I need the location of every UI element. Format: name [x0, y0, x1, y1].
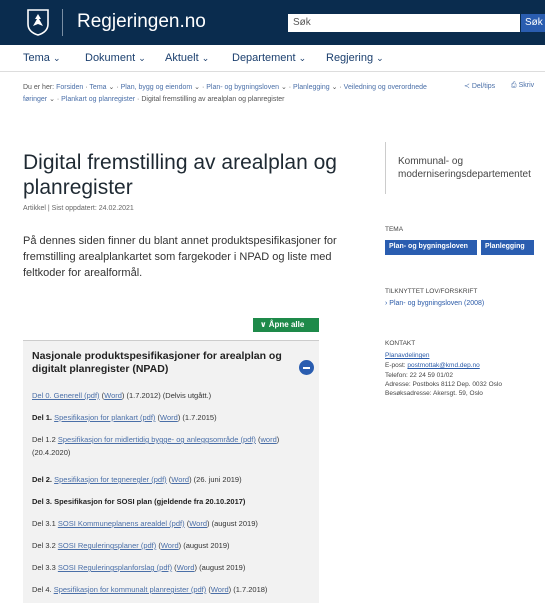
- chevron-right-icon: ›: [385, 300, 388, 307]
- contact-address: Adresse: Postboks 8112 Dep. 0032 Oslo: [385, 381, 502, 388]
- list-item: Del 1. Spesifikasjon for plankart (pdf) …: [32, 413, 217, 422]
- page-title: Digital fremstilling av arealplan og pla…: [23, 151, 337, 199]
- nav-departement-label: Departement: [232, 52, 296, 64]
- law-link-label: Plan- og bygningsloven (2008): [389, 300, 485, 307]
- breadcrumb: Du er her: Forsiden · Tema ⌄ · Plan, byg…: [23, 84, 427, 103]
- list-item: Del 3.1 SOSI Kommuneplanens arealdel (pd…: [32, 519, 258, 528]
- doc-link[interactable]: Word: [104, 391, 122, 400]
- main-navigation: Tema ⌄ Dokument ⌄ Aktuelt ⌄ Departement …: [0, 45, 545, 72]
- search-button[interactable]: Søk: [521, 14, 545, 32]
- doc-link[interactable]: Word: [161, 541, 179, 550]
- doc-link[interactable]: Word: [211, 585, 229, 594]
- doc-link[interactable]: Word: [171, 475, 189, 484]
- chevron-down-icon: ⌄: [138, 53, 146, 63]
- accordion-title[interactable]: Nasjonale produktspesifikasjoner for are…: [32, 350, 287, 376]
- list-item: Del 4. Spesifikasjon for kommunalt planr…: [32, 585, 268, 594]
- doc-link[interactable]: word: [260, 435, 276, 444]
- list-item: Del 3.3 SOSI Reguleringsplanforslag (pdf…: [32, 563, 246, 572]
- ministry-box: Kommunal- og moderniseringsdepartementet: [385, 142, 545, 194]
- nav-dokument-label: Dokument: [85, 52, 136, 64]
- intro-text: På dennes siden finner du blant annet pr…: [23, 235, 337, 279]
- nav-tema-label: Tema: [23, 52, 50, 64]
- contact-email: E-post: postmottak@kmd.dep.no: [385, 361, 545, 370]
- chevron-down-icon: ⌄: [52, 53, 61, 63]
- doc-link[interactable]: Del 0. Generell (pdf): [32, 391, 100, 400]
- nav-dokument[interactable]: Dokument ⌄: [85, 52, 146, 64]
- doc-link[interactable]: Spesifikasjon for plankart (pdf): [54, 413, 155, 422]
- share-icon: ≺: [464, 83, 470, 90]
- contact-visit-address: Besøksadresse: Akersgt. 59, Oslo: [385, 390, 483, 397]
- nav-regjering-label: Regjering: [326, 52, 374, 64]
- accordion-npad: Nasjonale produktspesifikasjoner for are…: [23, 340, 319, 603]
- breadcrumb-current: Digital fremstilling av arealplan og pla…: [141, 95, 285, 103]
- search-input[interactable]: Søk: [288, 14, 520, 32]
- contact-name: Planavdelingen: [385, 351, 545, 360]
- tag-planlegging[interactable]: Planlegging: [481, 240, 534, 255]
- contact-phone: Telefon: 22 24 59 01/02: [385, 372, 453, 379]
- print-link[interactable]: ⎙ Skriv: [511, 82, 534, 90]
- print-label: Skriv: [518, 82, 535, 89]
- article-meta: Artikkel | Sist oppdatert: 24.02.2021: [23, 205, 134, 212]
- coat-of-arms-logo[interactable]: [20, 7, 56, 37]
- breadcrumb-item[interactable]: Forsiden: [56, 84, 83, 91]
- nav-departement[interactable]: Departement ⌄: [232, 52, 306, 64]
- doc-link[interactable]: Spesifikasjon for kommunalt planregister…: [54, 585, 207, 594]
- header-divider: [62, 9, 63, 36]
- expand-all-button[interactable]: ∨ Åpne alle: [253, 318, 319, 332]
- email-link[interactable]: postmottak@kmd.dep.no: [407, 362, 479, 369]
- tag-plan-og-bygningsloven[interactable]: Plan- og bygningsloven: [385, 240, 477, 255]
- list-item: Del 1.2 Spesifikasjon for midlertidig by…: [32, 435, 280, 457]
- doc-link[interactable]: SOSI Reguleringsplanforslag (pdf): [58, 563, 172, 572]
- ministry-name[interactable]: Kommunal- og moderniseringsdepartementet: [398, 142, 545, 181]
- list-item: Del 2. Spesifikasjon for tegneregler (pd…: [32, 475, 242, 484]
- nav-regjering[interactable]: Regjering ⌄: [326, 52, 384, 64]
- email-label: E-post:: [385, 362, 406, 369]
- chevron-down-icon: ⌄: [298, 53, 307, 63]
- list-item: Del 0. Generell (pdf) (Word) (1.7.2012) …: [32, 391, 212, 400]
- doc-link[interactable]: Spesifikasjon for tegneregler (pdf): [54, 475, 167, 484]
- doc-link[interactable]: Word: [160, 413, 178, 422]
- site-header: Regjeringen.no Søk Søk: [0, 0, 545, 45]
- doc-link[interactable]: Spesifikasjon for midlertidig bygge- og …: [58, 435, 256, 444]
- breadcrumb-item[interactable]: Plan, bygg og eiendom: [121, 84, 193, 91]
- print-icon: ⎙: [511, 82, 517, 89]
- breadcrumb-item[interactable]: Planlegging: [293, 84, 330, 91]
- list-item: Del 3. Spesifikasjon for SOSI plan (gjel…: [32, 497, 246, 506]
- site-name[interactable]: Regjeringen.no: [77, 11, 206, 33]
- doc-link[interactable]: SOSI Reguleringsplaner (pdf): [58, 541, 156, 550]
- doc-link[interactable]: SOSI Kommuneplanens arealdel (pdf): [58, 519, 185, 528]
- list-item: Del 3.2 SOSI Reguleringsplaner (pdf) (Wo…: [32, 541, 230, 550]
- breadcrumb-item[interactable]: Plan- og bygningsloven: [206, 84, 279, 91]
- chevron-down-icon: ⌄: [376, 53, 384, 63]
- law-heading: TILKNYTTET LOV/FORSKRIFT: [385, 288, 478, 295]
- contact-heading: KONTAKT: [385, 340, 416, 347]
- contact-name-link[interactable]: Planavdelingen: [385, 352, 429, 359]
- law-link[interactable]: › Plan- og bygningsloven (2008): [385, 300, 484, 307]
- chevron-down-icon: ⌄: [201, 53, 210, 63]
- share-link[interactable]: ≺ Del/tips: [464, 82, 495, 90]
- doc-link[interactable]: Word: [189, 519, 207, 528]
- nav-aktuelt[interactable]: Aktuelt ⌄: [165, 52, 209, 64]
- tema-heading: TEMA: [385, 226, 404, 233]
- share-label: Del/tips: [471, 83, 496, 90]
- breadcrumb-item[interactable]: Tema: [89, 84, 106, 91]
- collapse-icon[interactable]: [299, 360, 314, 375]
- nav-tema[interactable]: Tema ⌄: [23, 52, 61, 64]
- doc-link[interactable]: Word: [177, 563, 195, 572]
- breadcrumb-prefix: Du er her:: [23, 84, 55, 91]
- breadcrumb-item[interactable]: Plankart og planregister: [61, 96, 135, 103]
- nav-aktuelt-label: Aktuelt: [165, 52, 199, 64]
